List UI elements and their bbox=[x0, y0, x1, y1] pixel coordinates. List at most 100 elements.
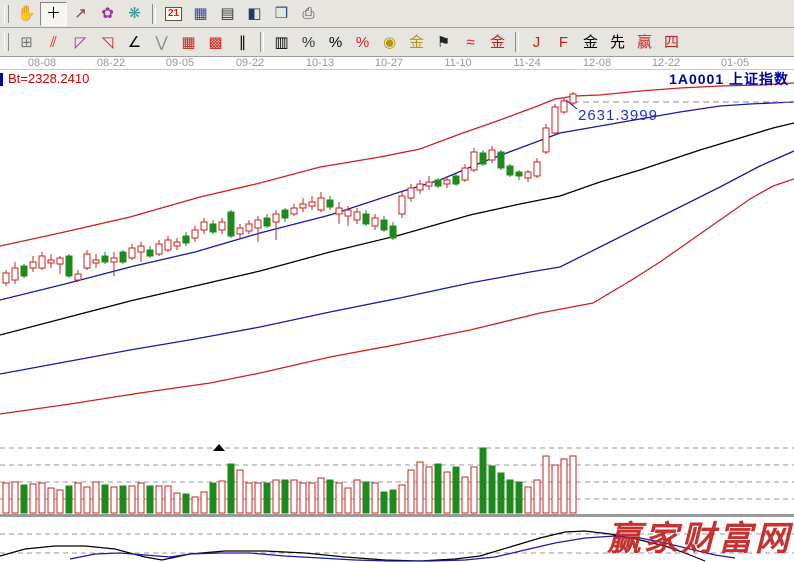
volume-peak-marker bbox=[213, 444, 225, 451]
volume-bar bbox=[300, 483, 306, 513]
volume-bar bbox=[264, 483, 270, 513]
candle-body bbox=[111, 258, 117, 262]
candle-body bbox=[354, 212, 360, 220]
candle-body bbox=[381, 220, 387, 230]
candle-body bbox=[147, 250, 153, 256]
candle-body bbox=[327, 200, 333, 207]
candle-body bbox=[156, 244, 162, 254]
volume-bar bbox=[255, 483, 261, 513]
volume-bar bbox=[282, 480, 288, 513]
volume-bar bbox=[408, 470, 414, 513]
candle-body bbox=[129, 248, 135, 258]
x-axis-tick: 09-05 bbox=[166, 57, 194, 69]
candle-body bbox=[273, 214, 279, 222]
candle-body bbox=[318, 198, 324, 210]
x-axis-tick: 11-24 bbox=[513, 57, 540, 69]
candle-body bbox=[39, 256, 45, 268]
volume-bar bbox=[426, 467, 432, 513]
candle-body bbox=[138, 246, 144, 252]
candle-body bbox=[3, 273, 9, 283]
volume-bar bbox=[534, 480, 540, 513]
volume-bar bbox=[318, 478, 324, 513]
volume-bar bbox=[237, 470, 243, 513]
candle-body bbox=[75, 274, 81, 280]
candle-body bbox=[363, 214, 369, 224]
candle-body bbox=[453, 176, 459, 184]
volume-bar bbox=[183, 494, 189, 513]
volume-bar bbox=[147, 486, 153, 513]
volume-bar bbox=[12, 482, 18, 513]
volume-bar bbox=[84, 487, 90, 513]
volume-bar bbox=[309, 483, 315, 513]
candle-body bbox=[426, 182, 432, 186]
candle-body bbox=[516, 172, 522, 176]
volume-bar bbox=[372, 483, 378, 513]
volume-bar bbox=[570, 456, 576, 513]
candle-body bbox=[183, 236, 189, 243]
oscillator-black-line bbox=[0, 531, 705, 561]
volume-bar bbox=[507, 480, 513, 513]
volume-bar bbox=[102, 485, 108, 513]
candle-body bbox=[21, 266, 27, 276]
candle-body bbox=[255, 220, 261, 228]
volume-bar bbox=[381, 492, 387, 513]
volume-bar bbox=[192, 497, 198, 513]
candle-body bbox=[507, 166, 513, 175]
volume-bar bbox=[165, 486, 171, 513]
candle-body bbox=[552, 107, 558, 133]
candle-body bbox=[237, 228, 243, 234]
candle-body bbox=[210, 224, 216, 232]
volume-bar bbox=[435, 464, 441, 513]
volume-bar bbox=[498, 473, 504, 513]
candle-body bbox=[471, 152, 477, 170]
candle-body bbox=[462, 168, 468, 180]
volume-bar bbox=[210, 483, 216, 513]
candle-body bbox=[525, 172, 531, 178]
candle-body bbox=[543, 128, 549, 152]
volume-bar bbox=[3, 483, 9, 513]
candle-body bbox=[300, 204, 306, 208]
volume-bar bbox=[273, 480, 279, 513]
volume-bar bbox=[390, 490, 396, 513]
symbol-label: 1A0001 上证指数 bbox=[669, 69, 789, 89]
x-axis-tick: 12-22 bbox=[652, 57, 680, 69]
candle-body bbox=[93, 260, 99, 263]
volume-bar bbox=[75, 483, 81, 513]
lower-mid-blue bbox=[0, 151, 794, 374]
upper-band-red bbox=[0, 83, 794, 246]
candle-body bbox=[498, 152, 504, 168]
volume-bar bbox=[354, 480, 360, 513]
upper-mid-blue bbox=[0, 102, 794, 300]
candle-body bbox=[174, 242, 180, 246]
watermark: 赢家财富网 bbox=[607, 511, 792, 560]
candle-body bbox=[120, 252, 126, 262]
volume-bar bbox=[219, 481, 225, 513]
volume-bar bbox=[120, 486, 126, 513]
x-axis-tick: 01-05 bbox=[721, 57, 749, 69]
candle-body bbox=[291, 208, 297, 214]
volume-bar bbox=[327, 480, 333, 513]
chart-area[interactable]: 08-0808-2209-0509-2210-1310-2711-1011-24… bbox=[0, 57, 794, 562]
volume-bar bbox=[111, 487, 117, 513]
volume-bar bbox=[561, 459, 567, 513]
symbol-name: 上证指数 bbox=[729, 71, 789, 87]
candle-body bbox=[408, 188, 414, 198]
candle-body bbox=[264, 218, 270, 226]
candle-body bbox=[102, 256, 108, 262]
volume-bar bbox=[516, 482, 522, 513]
volume-bar bbox=[471, 467, 477, 513]
volume-bar bbox=[543, 456, 549, 513]
candle-body bbox=[399, 196, 405, 214]
volume-bar bbox=[336, 483, 342, 513]
candle-body bbox=[435, 180, 441, 186]
candle-body bbox=[345, 210, 351, 216]
indicator-value-label: Bt=2328.2410 bbox=[8, 71, 89, 86]
volume-bar bbox=[138, 483, 144, 513]
x-axis-tick: 10-13 bbox=[306, 57, 334, 69]
lower-band-red bbox=[0, 179, 794, 414]
volume-bar bbox=[525, 487, 531, 513]
x-axis-tick: 11-10 bbox=[444, 57, 471, 69]
volume-bar bbox=[453, 467, 459, 513]
candle-body bbox=[534, 162, 540, 176]
candle-body bbox=[372, 218, 378, 226]
